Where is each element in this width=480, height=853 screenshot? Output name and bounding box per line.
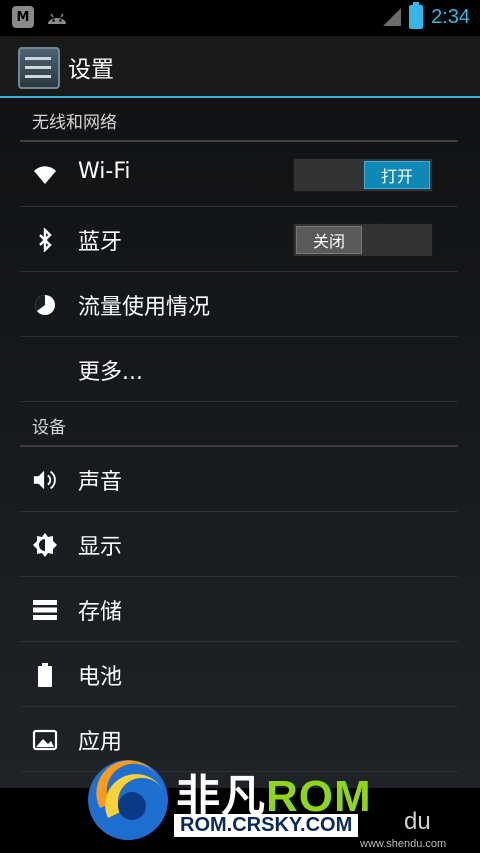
settings-item-storage[interactable]: 存储 <box>20 577 458 642</box>
settings-item-label: 流量使用情况 <box>78 295 211 320</box>
status-clock: 2:34 <box>431 5 470 28</box>
speaker-icon <box>32 467 58 493</box>
watermark-small-url: www.shendu.com <box>360 838 447 850</box>
watermark-url: ROM.CRSKY.COM <box>174 814 359 837</box>
page-title: 设置 <box>68 57 114 83</box>
section-header-label: 无线和网络 <box>32 113 117 133</box>
settings-app-icon[interactable] <box>18 47 60 89</box>
section-header-device: 设备 <box>20 403 458 447</box>
section-header-wireless: 无线和网络 <box>20 98 458 142</box>
settings-item-more[interactable]: 更多... <box>20 337 458 402</box>
settings-item-label: Wi-Fi <box>78 159 131 184</box>
settings-item-label: 更多... <box>78 360 143 385</box>
apps-icon <box>32 727 58 753</box>
settings-item-wifi[interactable]: Wi-Fi 打开 <box>20 142 458 207</box>
settings-item-label: 显示 <box>78 535 123 560</box>
storage-icon <box>32 597 58 623</box>
wifi-toggle-label: 打开 <box>364 161 430 189</box>
m-icon: M <box>12 6 34 28</box>
bluetooth-toggle-label: 关闭 <box>296 226 362 254</box>
settings-item-label: 存储 <box>78 600 123 625</box>
watermark: 非凡ROM ROM.CRSKY.COM du www.shendu.com <box>80 748 446 853</box>
settings-item-label: 电池 <box>78 665 123 690</box>
wifi-icon <box>32 162 58 188</box>
settings-item-data-usage[interactable]: 流量使用情况 <box>20 272 458 337</box>
battery-charging-icon <box>409 2 424 29</box>
android-icon <box>44 6 70 28</box>
status-bar: M 2:34 <box>0 0 480 36</box>
crsky-logo-icon <box>88 760 168 840</box>
battery-icon <box>32 662 58 688</box>
settings-item-sound[interactable]: 声音 <box>20 447 458 512</box>
bluetooth-toggle[interactable]: 关闭 <box>293 223 433 257</box>
settings-item-label: 声音 <box>78 470 123 495</box>
data-usage-icon <box>32 292 58 318</box>
settings-item-bluetooth[interactable]: 蓝牙 关闭 <box>20 207 458 272</box>
wifi-toggle[interactable]: 打开 <box>293 158 433 192</box>
signal-icon <box>383 8 402 26</box>
bluetooth-icon <box>32 227 58 253</box>
section-header-label: 设备 <box>32 418 66 438</box>
settings-item-battery[interactable]: 电池 <box>20 642 458 707</box>
brightness-icon <box>32 532 58 558</box>
action-bar: 设置 <box>0 36 480 98</box>
settings-list[interactable]: 无线和网络 Wi-Fi 打开 蓝牙 关闭 流量使用情况 更多... 设备 声音 … <box>0 98 480 788</box>
watermark-du: du <box>404 808 431 835</box>
settings-item-display[interactable]: 显示 <box>20 512 458 577</box>
settings-item-label: 蓝牙 <box>78 230 123 255</box>
